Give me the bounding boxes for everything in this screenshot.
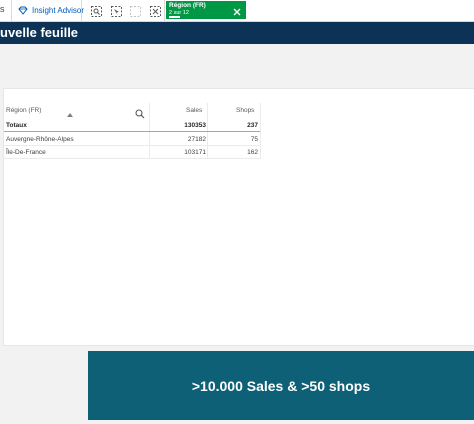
selections-tool-icon[interactable]	[108, 3, 124, 19]
cell-sales: 27182	[187, 136, 206, 143]
selection-chip-region[interactable]: Région (FR) 2 sur 12	[166, 1, 246, 19]
column-header-sales[interactable]: Sales	[186, 107, 202, 114]
totals-shops: 237	[247, 122, 258, 129]
insight-advisor-label: Insight Advisor	[32, 6, 85, 15]
clear-all-icon[interactable]	[147, 3, 163, 19]
cell-shops: 162	[247, 149, 258, 156]
table-header-row: Région (FR) Sales Shops	[4, 103, 474, 118]
insight-advisor-button[interactable]: Insight Advisor	[14, 0, 88, 21]
sheet-title: uvelle feuille	[0, 25, 79, 40]
table-totals-row: Totaux 130353 237	[4, 119, 260, 132]
column-divider	[260, 103, 261, 159]
cell-region[interactable]: Auvergne-Rhône-Alpes	[6, 136, 74, 143]
table-row[interactable]: Île-De-France 103171 162	[4, 146, 260, 159]
cell-region[interactable]: Île-De-France	[6, 149, 46, 156]
selection-progress-bar	[169, 16, 180, 18]
cell-shops: 75	[250, 136, 258, 143]
smart-search-icon[interactable]	[88, 3, 104, 19]
table-row[interactable]: Auvergne-Rhône-Alpes 27182 75	[4, 133, 260, 146]
kpi-label: >10.000 Sales & >50 shops	[191, 377, 371, 394]
totals-sales: 130353	[184, 122, 206, 129]
toolbar-divider	[164, 0, 165, 21]
selection-field-name: Région (FR)	[169, 2, 206, 9]
clear-selections-icon[interactable]	[127, 3, 143, 19]
insight-advisor-icon	[18, 2, 28, 20]
column-header-shops[interactable]: Shops	[236, 107, 254, 114]
sheet-title-bar: uvelle feuille	[0, 22, 474, 44]
cell-sales: 103171	[184, 149, 206, 156]
sort-ascending-icon	[67, 113, 73, 117]
table-visualization[interactable]: Région (FR) Sales Shops Totaux 130353 23…	[3, 88, 474, 346]
close-icon[interactable]	[232, 4, 242, 16]
truncated-tab-label[interactable]: s	[0, 4, 5, 14]
kpi-text-object[interactable]: >10.000 Sales & >50 shops	[88, 351, 474, 420]
column-header-region[interactable]: Région (FR)	[6, 107, 41, 114]
toolbar-divider	[11, 0, 12, 21]
totals-label: Totaux	[6, 122, 27, 129]
toolbar-divider	[81, 0, 82, 21]
top-toolbar: s Insight Advisor Région (FR) 2 sur 12	[0, 0, 474, 22]
search-icon[interactable]	[135, 106, 145, 119]
